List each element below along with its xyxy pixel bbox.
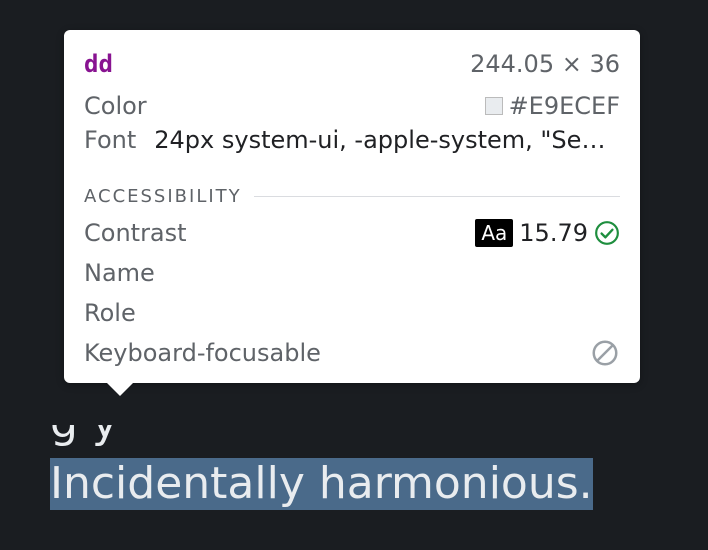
contrast-ratio: 15.79 bbox=[519, 219, 588, 247]
contrast-sample-badge: Aa bbox=[475, 219, 513, 247]
name-label: Name bbox=[84, 259, 155, 287]
font-row: Font 24px system-ui, -apple-system, "Seg… bbox=[84, 126, 620, 166]
element-inspector-tooltip: dd 244.05 × 36 Color #E9ECEF Font 24px s… bbox=[64, 30, 640, 383]
section-divider bbox=[254, 196, 620, 197]
contrast-row: Contrast Aa 15.79 bbox=[84, 213, 620, 253]
color-swatch bbox=[485, 97, 503, 115]
obscured-text: g y bbox=[50, 425, 118, 448]
not-allowed-icon bbox=[590, 338, 620, 368]
color-hex: #E9ECEF bbox=[509, 92, 620, 120]
keyboard-focusable-label: Keyboard-focusable bbox=[84, 339, 321, 367]
obscured-text-line: g y bbox=[50, 425, 610, 455]
check-circle-icon bbox=[594, 220, 620, 246]
contrast-value-group: Aa 15.79 bbox=[475, 219, 620, 247]
contrast-label: Contrast bbox=[84, 219, 187, 247]
element-tag-name: dd bbox=[84, 50, 113, 78]
element-header-row: dd 244.05 × 36 bbox=[84, 44, 620, 84]
element-dimensions: 244.05 × 36 bbox=[470, 50, 620, 78]
tooltip-arrow bbox=[106, 382, 134, 396]
accessibility-section-header: Accessibility bbox=[84, 186, 620, 207]
font-value: 24px system-ui, -apple-system, "Segoe UI… bbox=[154, 126, 620, 154]
role-row: Role bbox=[84, 293, 620, 333]
accessibility-heading: Accessibility bbox=[84, 186, 242, 207]
keyboard-focusable-row: Keyboard-focusable bbox=[84, 333, 620, 373]
role-label: Role bbox=[84, 299, 136, 327]
color-row: Color #E9ECEF bbox=[84, 86, 620, 126]
font-label: Font bbox=[84, 126, 136, 154]
highlighted-element-text[interactable]: Incidentally harmonious. bbox=[50, 458, 593, 510]
name-row: Name bbox=[84, 253, 620, 293]
color-label: Color bbox=[84, 92, 147, 120]
color-value-group: #E9ECEF bbox=[485, 92, 620, 120]
